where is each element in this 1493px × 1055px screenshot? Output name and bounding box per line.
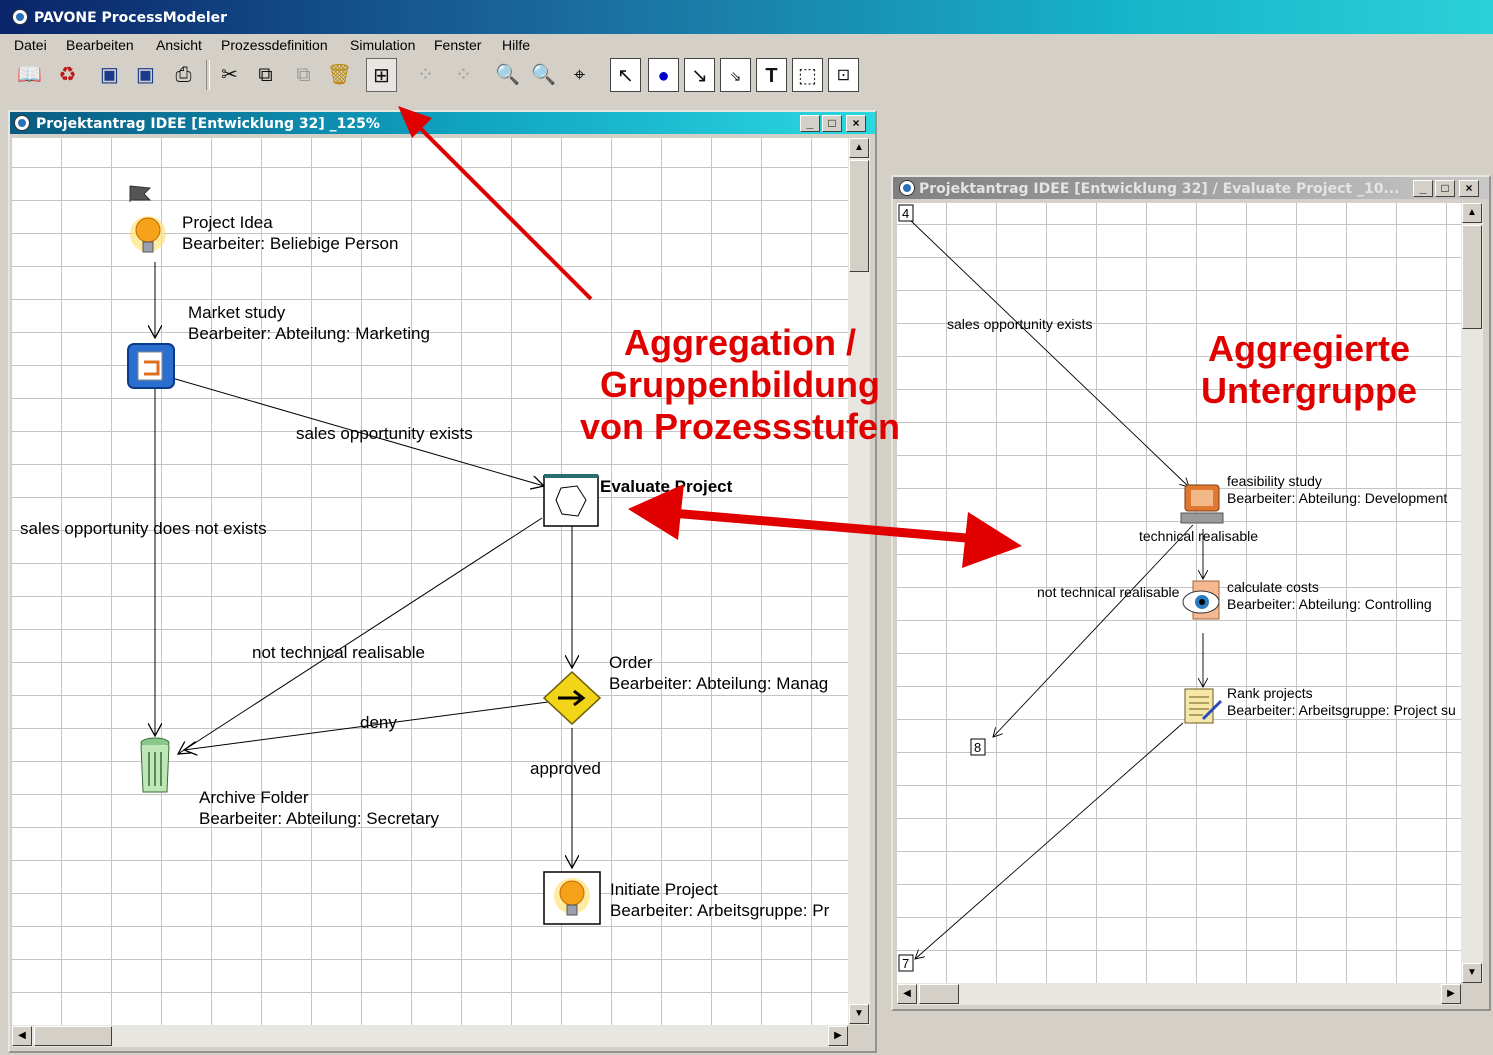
arrowhead-left: [628, 484, 684, 540]
annotation-subgroup: Aggregierte Untergruppe: [1178, 328, 1440, 412]
arrow-to-toolbar: [412, 120, 593, 301]
annotation-arrows: [398, 106, 1022, 568]
annotation-subgroup-line-2: Untergruppe: [1201, 370, 1417, 411]
arrowhead-right: [962, 512, 1022, 568]
annotation-aggregation-line-2: Gruppenbildung: [600, 364, 880, 405]
annotation-subgroup-line-1: Aggregierte: [1207, 328, 1411, 369]
annotation-aggregation-line-3: von Prozessstufen: [579, 406, 901, 447]
annotation-aggregation-line-1: Aggregation /: [624, 322, 856, 363]
double-arrow-link: [659, 507, 991, 545]
annotation-aggregation: Aggregation / Gruppenbildung von Prozess…: [560, 322, 920, 448]
